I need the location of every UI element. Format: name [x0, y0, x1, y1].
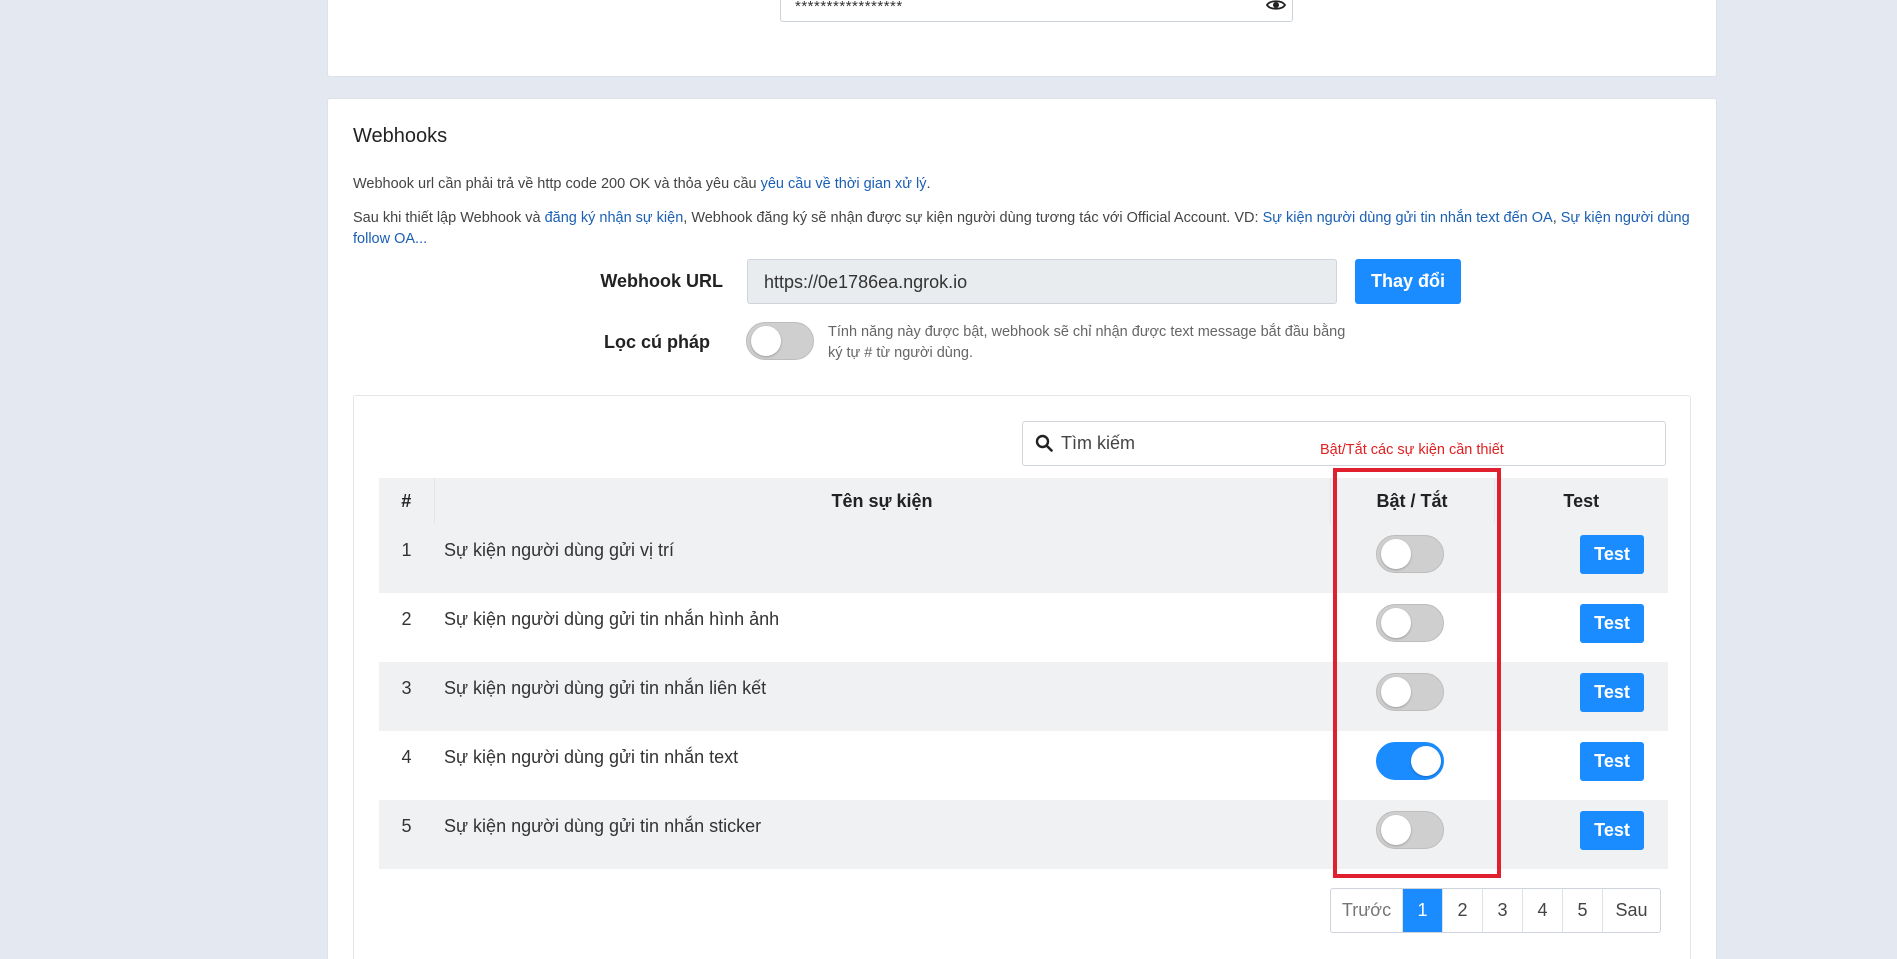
setup-text-2: , Webhook đăng ký sẽ nhận được sự kiện n…: [683, 210, 1263, 226]
oa-credentials-card: OA Secrect Key *****************: [327, 0, 1717, 77]
text-event-example-link[interactable]: Sự kiện người dùng gửi tin nhắn text đến…: [1263, 210, 1553, 226]
row-number: 2: [379, 593, 434, 662]
webhook-url-input[interactable]: https://0e1786ea.ngrok.io: [747, 259, 1337, 304]
pagination-next[interactable]: Sau: [1603, 889, 1660, 932]
test-button[interactable]: Test: [1580, 604, 1644, 643]
pagination-page[interactable]: 2: [1443, 889, 1483, 932]
test-button[interactable]: Test: [1580, 535, 1644, 574]
pagination-page[interactable]: 5: [1563, 889, 1603, 932]
webhook-requirement-text: Webhook url cần phải trả về http code 20…: [353, 174, 1703, 195]
oa-secret-key-input[interactable]: *****************: [780, 0, 1293, 22]
pagination-prev[interactable]: Trước: [1331, 889, 1403, 932]
toggle-knob: [751, 326, 781, 356]
col-header-event-name: Tên sự kiện: [434, 478, 1331, 524]
syntax-filter-toggle[interactable]: [746, 322, 814, 360]
change-url-button[interactable]: Thay đổi: [1355, 259, 1461, 304]
row-number: 4: [379, 731, 434, 800]
webhooks-title: Webhooks: [353, 125, 448, 147]
requirement-text: Webhook url cần phải trả về http code 20…: [353, 176, 761, 192]
pagination-page[interactable]: 3: [1483, 889, 1523, 932]
row-number: 3: [379, 662, 434, 731]
event-name: Sự kiện người dùng gửi tin nhắn sticker: [434, 800, 1330, 869]
event-name: Sự kiện người dùng gửi tin nhắn text: [434, 731, 1330, 800]
webhook-url-label: Webhook URL: [600, 271, 723, 291]
pagination-page[interactable]: 4: [1523, 889, 1563, 932]
webhooks-card: Webhooks Webhook url cần phải trả về htt…: [327, 98, 1717, 959]
col-header-number: #: [379, 478, 435, 524]
annotation-highlight-box: [1333, 468, 1501, 878]
col-header-test: Test: [1494, 478, 1668, 524]
test-button[interactable]: Test: [1580, 673, 1644, 712]
search-icon: [1035, 434, 1053, 452]
row-number: 5: [379, 800, 434, 869]
test-button[interactable]: Test: [1580, 742, 1644, 781]
row-number: 1: [379, 524, 434, 593]
event-name: Sự kiện người dùng gửi tin nhắn hình ảnh: [434, 593, 1330, 662]
processing-time-link[interactable]: yêu cầu về thời gian xử lý: [761, 176, 927, 192]
eye-icon[interactable]: [1266, 0, 1286, 13]
event-name: Sự kiện người dùng gửi tin nhắn liên kết: [434, 662, 1330, 731]
test-button[interactable]: Test: [1580, 811, 1644, 850]
register-events-link[interactable]: đăng ký nhận sự kiện: [545, 210, 684, 226]
syntax-filter-description: Tính năng này được bật, webhook sẽ chỉ n…: [828, 324, 1346, 361]
pagination: Trước 1 2 3 4 5 Sau: [1330, 888, 1661, 933]
event-name: Sự kiện người dùng gửi vị trí: [434, 524, 1330, 593]
annotation-note: Bật/Tắt các sự kiện cần thiết: [1320, 442, 1504, 458]
setup-text-1: Sau khi thiết lập Webhook và: [353, 210, 545, 226]
syntax-filter-label: Lọc cú pháp: [603, 332, 710, 352]
webhook-setup-text: Sau khi thiết lập Webhook và đăng ký nhậ…: [353, 208, 1703, 250]
pagination-page[interactable]: 1: [1403, 889, 1443, 932]
oa-secret-key-value: *****************: [795, 0, 903, 15]
setup-separator: ,: [1552, 210, 1561, 226]
requirement-period: .: [926, 176, 931, 192]
